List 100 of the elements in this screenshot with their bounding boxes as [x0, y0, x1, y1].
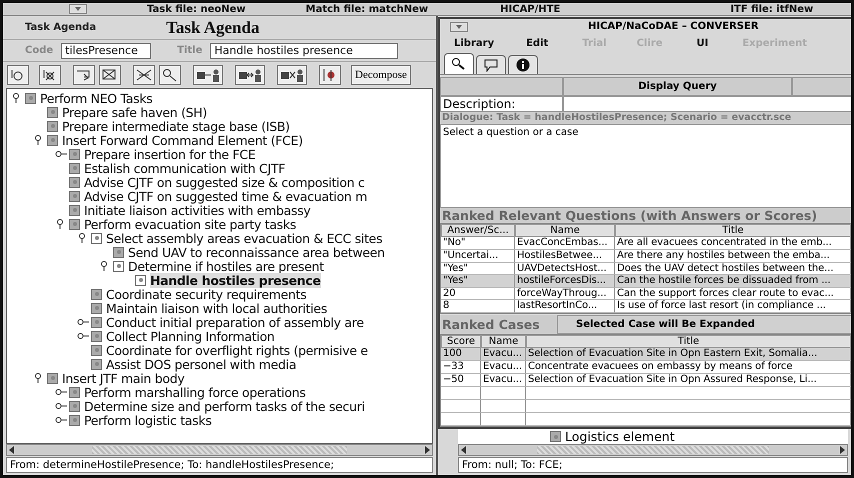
crossed-text-icon	[136, 68, 152, 82]
column-header[interactable]: Score	[441, 335, 481, 348]
dialogue-label: Dialogue: Task = handleHostilesPresence; Scenario = evacctr.sce	[440, 112, 851, 124]
tab[interactable]	[476, 55, 506, 74]
table-row[interactable]: −50 Evacu... Selection of Evacuation Site in Opn Assured Response, Li...	[441, 374, 851, 387]
table-cell: Is use of force last resort (in compliance ...	[615, 300, 851, 313]
table-row[interactable]: "No" EvacConcEmbas... Are all evacuees concentrated in the emb...	[441, 237, 851, 250]
tree-item[interactable]: Send UAV to reconnaissance area between	[128, 244, 385, 260]
window-title: Match file: matchNew	[306, 4, 428, 14]
tab[interactable]	[508, 55, 538, 74]
table-row[interactable]: "Uncertai... HostilesBetwee... Are there any hostiles between the emba...	[441, 250, 851, 263]
search-icon	[162, 68, 178, 82]
tree-item[interactable]: Coordinate for overflight rights (permisive e	[106, 342, 368, 358]
tree-item[interactable]: Insert Forward Command Element (FCE)	[62, 132, 303, 148]
tree-item[interactable]: Initiate liaison activities with embassy	[84, 202, 311, 218]
menu-item[interactable]: Edit	[526, 38, 548, 50]
tree-item[interactable]: Conduct initial preparation of assembly are	[106, 314, 364, 330]
scroll-left-icon[interactable]	[459, 446, 469, 454]
loop-button[interactable]	[7, 65, 29, 85]
code-field[interactable]: tilesPresence	[61, 42, 152, 58]
collapsed-pin-icon[interactable]	[55, 149, 67, 159]
crossed-text-button[interactable]	[133, 65, 155, 85]
arrow-box-icon	[76, 68, 92, 82]
collapsed-pin-icon[interactable]	[77, 331, 89, 341]
person-cross-icon	[280, 68, 304, 82]
tree-item[interactable]: Advise CJTF on suggested size & composition c	[84, 174, 365, 190]
tree-item[interactable]: Assist DOS personel with media	[106, 356, 296, 372]
column-header[interactable]: Name	[481, 335, 526, 348]
field-label: Code	[25, 45, 54, 56]
window-title: HICAP/HTE	[500, 4, 560, 14]
speech-bubble-icon	[483, 58, 499, 72]
panel-title: Task Agenda	[166, 18, 260, 38]
person-link-button[interactable]	[235, 65, 265, 85]
tree-item[interactable]: Prepare insertion for the FCE	[84, 146, 256, 162]
prompt-text: Select a question or a case	[440, 124, 851, 208]
table-row[interactable]: 8 lastResortInCo... Is use of force last resort (in compliance ...	[441, 300, 851, 313]
field-label: Description:	[440, 96, 563, 112]
horizontal-scrollbar[interactable]	[458, 444, 848, 456]
pin-button[interactable]	[319, 65, 341, 85]
collapsed-pin-icon[interactable]	[55, 387, 67, 397]
window-menu-icon[interactable]	[450, 22, 468, 32]
table-row[interactable]: "Yes" hostileForcesDis... Can the hostile forces be dissuaded from ...	[441, 275, 851, 288]
task-node-icon	[550, 431, 561, 442]
person-query-icon	[196, 68, 220, 82]
tree-item[interactable]: Select assembly areas evacuation & ECC sites	[106, 230, 382, 246]
expand-case-button[interactable]: Selected Case will Be Expanded	[557, 314, 851, 334]
crossed-loop-button[interactable]	[39, 65, 61, 85]
person-query-button[interactable]	[193, 65, 223, 85]
crossed-arrow-box-icon	[102, 68, 118, 82]
decompose-button[interactable]: Decompose	[351, 65, 411, 85]
window-title: ITF file: itfNew	[730, 4, 814, 14]
tree-item[interactable]: Perform NEO Tasks	[40, 90, 152, 106]
tree-item[interactable]: Handle hostiles presence	[150, 272, 321, 288]
search-icon	[451, 57, 467, 72]
person-cross-button[interactable]	[277, 65, 307, 85]
person-link-icon	[238, 68, 262, 82]
tree-item[interactable]: Insert JTF main body	[62, 370, 184, 386]
tree-item[interactable]: Collect Planning Information	[106, 328, 275, 344]
scroll-left-icon[interactable]	[7, 446, 17, 454]
window-title: HICAP/NaCoDAE – CONVERSER	[588, 21, 759, 32]
tree-item[interactable]: Perform marshalling force operations	[84, 384, 306, 400]
title-field[interactable]: Handle hostiles presence	[210, 42, 398, 58]
tree-item[interactable]: Determine size and perform tasks of the securi	[84, 398, 365, 414]
menu-item[interactable]: UI	[696, 38, 708, 50]
table-row[interactable]: 100 Evacu... Selection of Evacuation Site in Opn Eastern Exit, Somalia...	[441, 348, 851, 361]
tree-item[interactable]: Estalish communication with CJTF	[84, 160, 286, 176]
column-header[interactable]: Name	[515, 224, 615, 238]
horizontal-scrollbar[interactable]	[6, 444, 433, 456]
display-query-button[interactable]: Display Query	[563, 77, 792, 96]
info-icon	[515, 58, 531, 72]
search-button[interactable]	[159, 65, 181, 85]
table-cell: 8	[441, 300, 515, 313]
tree-item[interactable]: Determine if hostiles are present	[128, 258, 324, 274]
tree-item[interactable]: Perform logistic tasks	[84, 412, 212, 428]
collapsed-pin-icon[interactable]	[77, 317, 89, 327]
tree-item[interactable]: Maintain liaison with local authorities	[106, 300, 328, 316]
description-field[interactable]	[563, 96, 851, 112]
table-cell: lastResortInCo...	[515, 300, 615, 313]
column-header[interactable]: Title	[526, 335, 851, 348]
table-row[interactable]: 20 forceWayThroug... Can the support forces clear route to evac...	[441, 288, 851, 300]
tree-item[interactable]: Advise CJTF on suggested time & evacuation m	[84, 188, 368, 204]
tab[interactable]	[444, 53, 474, 74]
menu-item[interactable]: Library	[454, 38, 494, 50]
tree-item[interactable]: Coordinate security requirements	[106, 286, 306, 302]
window-title: Task file: neoNew	[147, 4, 246, 14]
collapsed-pin-icon[interactable]	[55, 401, 67, 411]
section-heading: Ranked Relevant Questions (with Answers or Scores)	[440, 208, 851, 224]
window-menu-icon[interactable]	[69, 4, 87, 14]
column-header[interactable]: Answer/Sc...	[441, 224, 515, 238]
tree-item[interactable]: Perform evacuation site party tasks	[84, 216, 296, 232]
tree-item[interactable]: Prepare safe haven (SH)	[62, 104, 207, 120]
column-header[interactable]: Title	[615, 224, 851, 238]
scroll-right-icon[interactable]	[422, 446, 432, 454]
crossed-arrow-box-button[interactable]	[99, 65, 121, 85]
table-row[interactable]: "Yes" UAVDetectsHost... Does the UAV detect hostiles between the...	[441, 262, 851, 276]
table-row[interactable]: −33 Evacu... Concentrate evacuees on embassy by means of force	[441, 361, 851, 374]
tree-item[interactable]: Prepare intermediate stage base (ISB)	[62, 118, 290, 134]
field-label: Title	[177, 45, 202, 56]
collapsed-pin-icon[interactable]	[55, 415, 67, 425]
arrow-box-button[interactable]	[73, 65, 95, 85]
